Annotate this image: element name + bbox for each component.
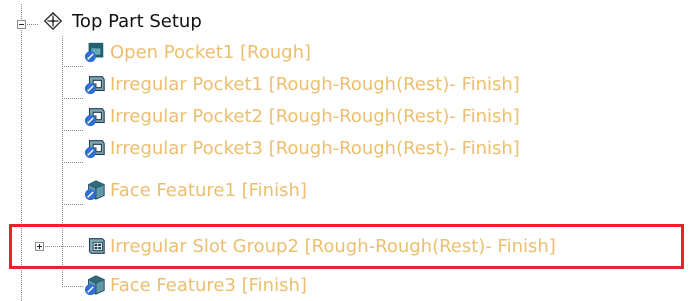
tree-connector — [62, 66, 84, 67]
setup-axes-icon — [43, 11, 63, 31]
tree-connector — [62, 162, 84, 163]
tree-connector — [21, 4, 22, 301]
collapse-toggle[interactable] — [17, 20, 26, 29]
irregular-pocket-icon — [84, 76, 105, 95]
tree-connector — [25, 24, 39, 25]
tree-item-label: Irregular Pocket3 [Rough-Rough(Rest)- Fi… — [110, 137, 520, 159]
expand-toggle[interactable] — [35, 242, 44, 251]
tree-item-irregular-pocket1[interactable]: Irregular Pocket1 [Rough-Rough(Rest)- Fi… — [84, 69, 520, 99]
tree-item-open-pocket1[interactable]: Open Pocket1 [Rough] — [84, 37, 311, 67]
tree-item-label: Irregular Pocket1 [Rough-Rough(Rest)- Fi… — [110, 73, 520, 95]
tree-item-label: Irregular Pocket2 [Rough-Rough(Rest)- Fi… — [110, 105, 520, 127]
open-pocket-icon — [84, 42, 104, 63]
tree-connector — [62, 286, 84, 287]
face-feature-icon — [84, 180, 105, 201]
tree-item-label: Open Pocket1 [Rough] — [110, 41, 312, 63]
face-feature-icon — [84, 275, 105, 296]
tree-connector — [62, 130, 84, 131]
slot-group-icon — [88, 238, 105, 254]
tree-connector — [62, 98, 84, 99]
feature-tree: Top Part Setup Open Pocket1 [Rough] Irre… — [0, 0, 693, 301]
irregular-pocket-icon — [84, 108, 105, 127]
tree-item-label: Face Feature1 [Finish] — [110, 179, 307, 201]
tree-item-irregular-slot-group2[interactable]: Irregular Slot Group2 [Rough-Rough(Rest)… — [84, 231, 556, 261]
tree-item-irregular-pocket3[interactable]: Irregular Pocket3 [Rough-Rough(Rest)- Fi… — [84, 133, 520, 163]
irregular-pocket-icon — [84, 140, 105, 159]
tree-root-label: Top Part Setup — [72, 10, 202, 32]
tree-connector — [43, 246, 84, 247]
tree-root-setup[interactable]: Top Part Setup — [42, 6, 202, 36]
tree-item-label: Irregular Slot Group2 [Rough-Rough(Rest)… — [110, 235, 556, 257]
tree-connector — [62, 204, 84, 205]
tree-item-irregular-pocket2[interactable]: Irregular Pocket2 [Rough-Rough(Rest)- Fi… — [84, 101, 520, 131]
tree-connector — [62, 36, 63, 286]
tree-item-face-feature3[interactable]: Face Feature3 [Finish] — [84, 270, 307, 300]
tree-item-label: Face Feature3 [Finish] — [110, 274, 307, 296]
tree-item-face-feature1[interactable]: Face Feature1 [Finish] — [84, 175, 307, 205]
